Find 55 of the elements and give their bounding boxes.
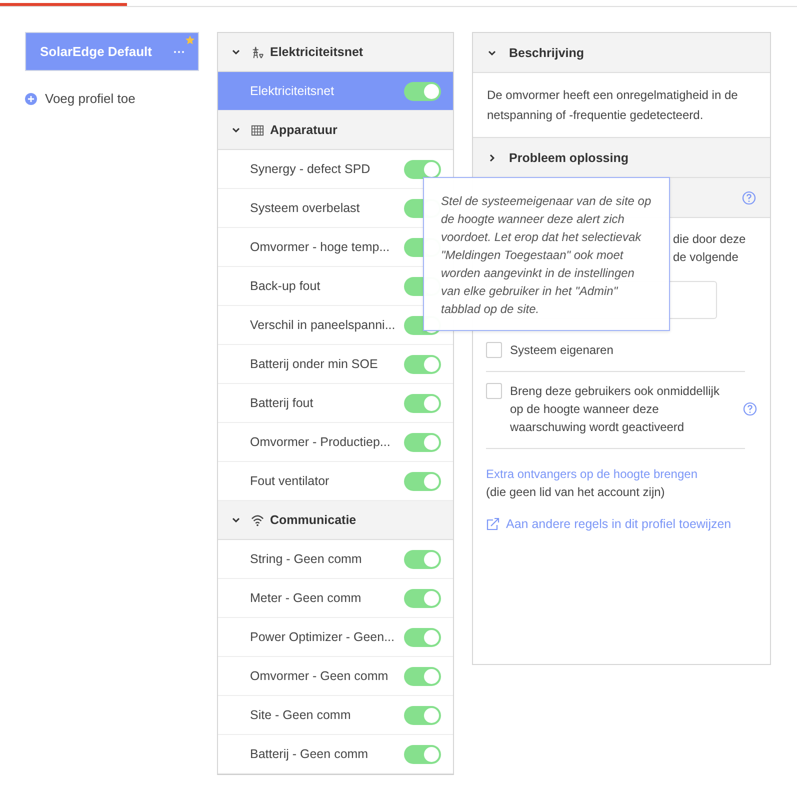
add-profile-link[interactable]: Voeg profiel toe	[25, 91, 136, 106]
toggle-switch[interactable]	[404, 354, 441, 374]
description-text: De omvormer heeft een onregelmatigheid in de netspanning of -frequentie gedetecteerd.	[487, 87, 739, 124]
toggle-switch[interactable]	[404, 666, 441, 686]
help-icon[interactable]	[743, 402, 757, 416]
tooltip: Stel de systeemeigenaar van de site op de hoogte wanneer deze alert zich voordoet. Let erop dat het selectievak "Meldingen Toegestaan" ook moet worden aangevinkt in de instellingen van elke gebruiker in het "Admin" tabblad op de site.	[423, 177, 670, 331]
section-header[interactable]: Probleem oplossing	[473, 138, 770, 178]
toggle-switch[interactable]	[404, 588, 441, 608]
alert-label[interactable]: Site - Geen comm	[250, 708, 351, 722]
alert-label[interactable]: Verschil in paneelspanni...	[250, 318, 396, 332]
alert-label[interactable]: Meter - Geen comm	[250, 591, 362, 605]
group-header[interactable]: Communicatie	[218, 501, 453, 540]
alert-label[interactable]: String - Geen comm	[250, 552, 362, 566]
toggle-switch[interactable]	[404, 628, 441, 646]
wifi-icon	[251, 514, 264, 526]
checkbox[interactable]	[486, 383, 502, 399]
alert-label[interactable]: Omvormer - Geen comm	[250, 669, 388, 683]
power-tower-icon	[251, 46, 264, 58]
toggle-switch[interactable]	[404, 706, 441, 724]
alert-label[interactable]: Power Optimizer - Geen...	[250, 630, 394, 644]
toggle-switch[interactable]	[404, 82, 441, 100]
alert-label[interactable]: Synergy - defect SPD	[250, 162, 370, 176]
intro-text: die door deze	[673, 231, 746, 248]
alert-label[interactable]: Batterij - Geen comm	[250, 747, 368, 761]
intro-text: de volgende	[673, 249, 738, 266]
grid-icon	[251, 124, 264, 136]
help-icon[interactable]	[742, 190, 756, 204]
chevron-icon	[231, 515, 241, 525]
group-header[interactable]: Apparatuur	[218, 111, 453, 150]
section-header[interactable]: Beschrijving	[473, 33, 770, 73]
alert-label[interactable]: Omvormer - Productiep...	[250, 435, 390, 449]
toggle-switch[interactable]	[404, 550, 441, 568]
chevron-icon	[231, 47, 241, 57]
chevron-icon	[487, 152, 497, 162]
external-link-icon	[486, 517, 500, 531]
toggle-switch[interactable]	[404, 472, 441, 490]
alert-label[interactable]: Back-up fout	[250, 279, 320, 293]
alert-label[interactable]: Batterij onder min SOE	[250, 357, 378, 371]
checkbox[interactable]	[486, 342, 502, 358]
alert-label[interactable]: Fout ventilator	[250, 474, 330, 488]
checkbox-label: Breng deze gebruikers ook onmiddellijk op de hoogte wanneer deze waarschuwing wordt geactiveerd	[510, 383, 720, 436]
owners-checkbox-row[interactable]: Systeem eigenaren	[486, 341, 757, 359]
toggle-switch[interactable]	[404, 432, 441, 452]
toggle-switch[interactable]	[404, 394, 441, 412]
toggle-switch[interactable]	[404, 160, 441, 178]
toggle-switch[interactable]	[404, 744, 441, 764]
profile-name: SolarEdge Default	[40, 44, 153, 59]
checkbox-label: Systeem eigenaren	[510, 342, 614, 359]
plus-circle-icon	[25, 92, 37, 104]
alert-label[interactable]: Systeem overbelast	[250, 201, 360, 215]
alert-label[interactable]: Omvormer - hoge temp...	[250, 240, 390, 254]
alert-label[interactable]: Batterij fout	[250, 396, 314, 410]
note-text: (die geen lid van het account zijn)	[486, 485, 666, 499]
group-header[interactable]: Elektriciteitsnet	[218, 33, 453, 72]
chevron-icon	[231, 125, 241, 135]
